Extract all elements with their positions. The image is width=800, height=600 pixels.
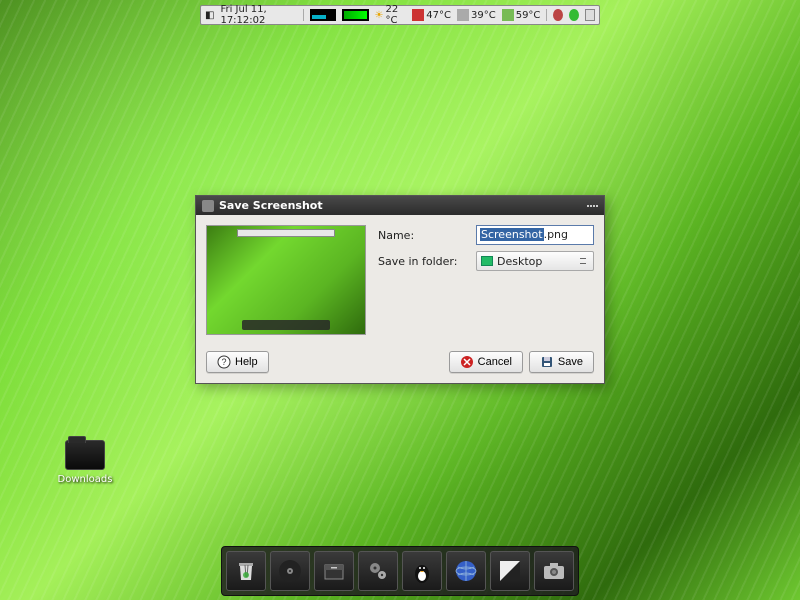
weather-applet[interactable]: ☀ 22 °C [375, 4, 407, 26]
camera-icon [540, 557, 568, 585]
dock-music[interactable] [270, 551, 310, 591]
panel-separator [546, 9, 547, 21]
cancel-icon [460, 355, 474, 369]
dock-screenshot[interactable] [534, 551, 574, 591]
cpu-graph[interactable] [310, 9, 336, 21]
apps-menu-icon[interactable]: ◧ [205, 10, 214, 21]
dialog-title: Save Screenshot [219, 199, 323, 212]
window-grip-icon [587, 205, 598, 207]
sensor-3[interactable]: 59°C [502, 9, 541, 21]
folder-label: Save in folder: [378, 255, 468, 268]
sensor-1[interactable]: 47°C [412, 9, 451, 21]
tray-icon[interactable] [553, 9, 563, 21]
disc-icon [276, 557, 304, 585]
folder-dropdown[interactable]: Desktop [476, 251, 594, 271]
clock[interactable]: Fri Jul 11, 17:12:02 [220, 4, 297, 26]
chip-icon [502, 9, 514, 21]
save-icon [540, 355, 554, 369]
screenshot-preview [206, 225, 366, 335]
folder-icon [65, 440, 105, 470]
dock-files[interactable] [314, 551, 354, 591]
net-graph[interactable] [342, 9, 368, 21]
gears-icon [364, 557, 392, 585]
globe-icon [452, 557, 480, 585]
tray-icon[interactable] [585, 9, 595, 21]
desktop-folder-icon [481, 256, 493, 266]
chip-icon [457, 9, 469, 21]
panel-separator [303, 9, 304, 21]
dialog-titlebar[interactable]: Save Screenshot [196, 196, 604, 215]
contrast-icon [496, 557, 524, 585]
penguin-icon [408, 557, 436, 585]
window-icon [202, 200, 214, 212]
desktop-icon-downloads[interactable]: Downloads [50, 440, 120, 485]
trash-icon [232, 557, 260, 585]
sun-icon: ☀ [375, 10, 384, 21]
drawer-icon [320, 557, 348, 585]
top-panel: ◧ Fri Jul 11, 17:12:02 ☀ 22 °C 47°C 39°C… [200, 5, 600, 25]
help-button[interactable]: ? Help [206, 351, 269, 373]
sensor-2[interactable]: 39°C [457, 9, 496, 21]
svg-text:?: ? [221, 357, 226, 367]
chip-icon [412, 9, 424, 21]
filename-input[interactable]: Screenshot.png [476, 225, 594, 245]
help-icon: ? [217, 355, 231, 369]
dock [221, 546, 579, 596]
dock-display[interactable] [490, 551, 530, 591]
dock-browser[interactable] [446, 551, 486, 591]
save-button[interactable]: Save [529, 351, 594, 373]
name-label: Name: [378, 229, 468, 242]
dock-trash[interactable] [226, 551, 266, 591]
cancel-button[interactable]: Cancel [449, 351, 523, 373]
save-screenshot-dialog: Save Screenshot Name: Screenshot.png Sav… [195, 195, 605, 384]
dock-media[interactable] [402, 551, 442, 591]
tray-icon[interactable] [569, 9, 579, 21]
desktop-icon-label: Downloads [50, 474, 120, 485]
dock-settings[interactable] [358, 551, 398, 591]
